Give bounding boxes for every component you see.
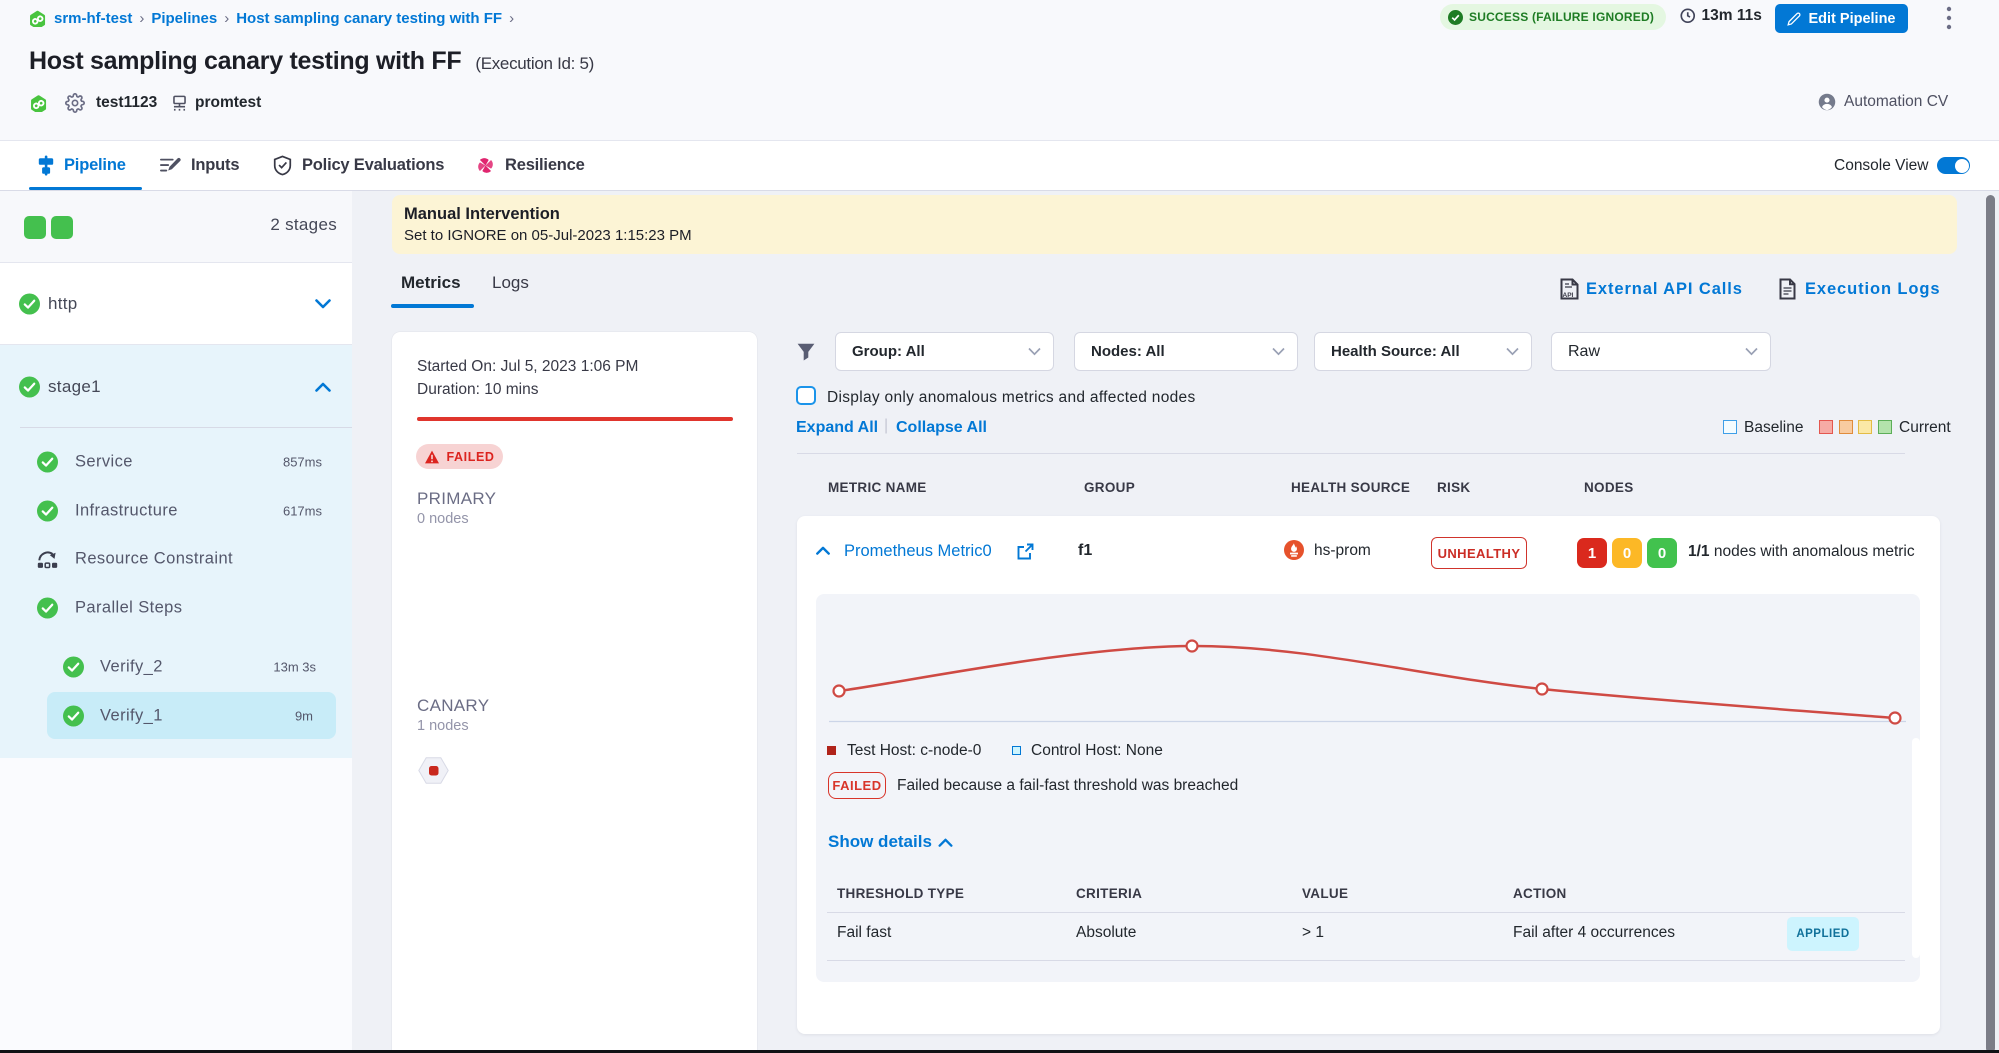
svg-text:API: API xyxy=(1563,292,1574,299)
